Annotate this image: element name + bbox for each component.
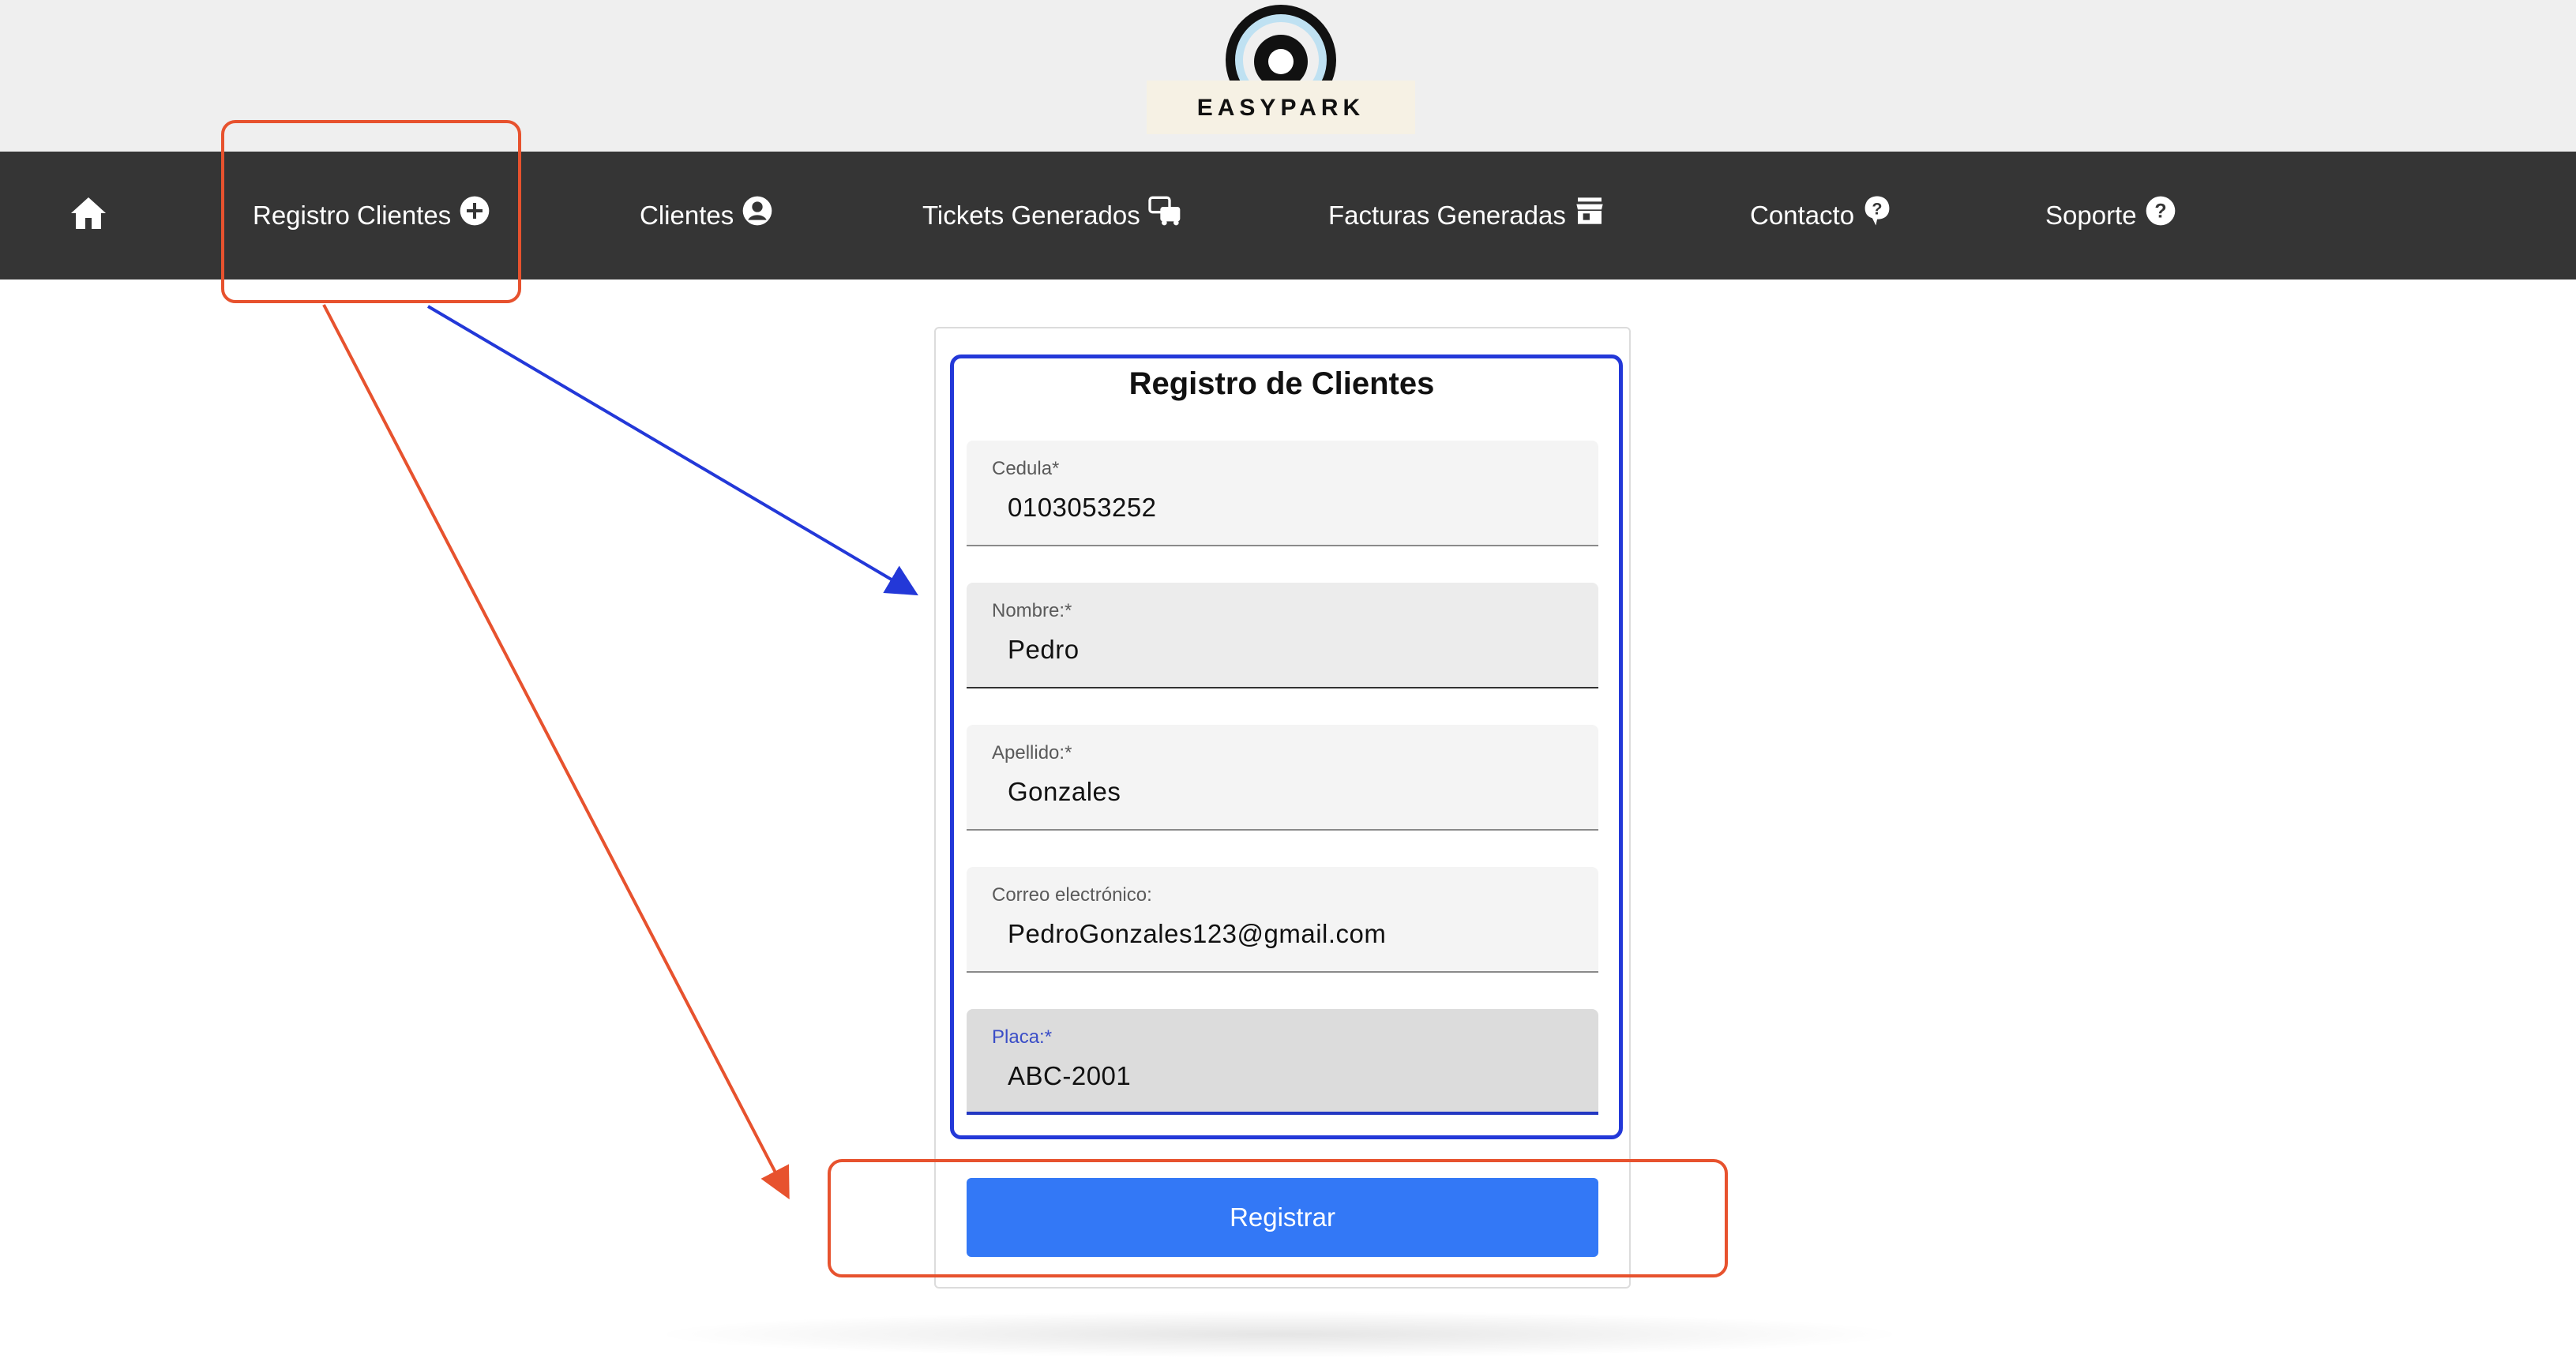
svg-text:?: ? bbox=[1872, 200, 1883, 219]
annotation-box-nav bbox=[221, 120, 521, 303]
home-icon[interactable] bbox=[69, 196, 107, 231]
annotation-arrow-red bbox=[322, 304, 790, 1200]
nav-soporte[interactable]: Soporte ? bbox=[2045, 152, 2176, 279]
help-circle-icon: ? bbox=[2145, 196, 2176, 227]
nav-clientes[interactable]: Clientes bbox=[640, 152, 773, 279]
account-circle-icon bbox=[742, 196, 773, 227]
annotation-box-form bbox=[950, 355, 1623, 1139]
nav-facturas-generadas-label: Facturas Generadas bbox=[1328, 201, 1566, 230]
cars-icon bbox=[1148, 196, 1183, 227]
nav-tickets-generados-label: Tickets Generados bbox=[922, 201, 1140, 230]
svg-text:?: ? bbox=[2154, 200, 2166, 222]
annotation-arrow-blue bbox=[426, 305, 918, 596]
brand-name: EASYPARK bbox=[1196, 95, 1365, 121]
store-icon bbox=[1574, 197, 1605, 227]
bottom-shadow bbox=[648, 1311, 1911, 1358]
nav-facturas-generadas[interactable]: Facturas Generadas bbox=[1328, 152, 1605, 279]
nav-tickets-generados[interactable]: Tickets Generados bbox=[922, 152, 1183, 279]
nav-contacto[interactable]: Contacto ? bbox=[1750, 152, 1892, 279]
annotation-box-button bbox=[828, 1159, 1728, 1277]
nav-contacto-label: Contacto bbox=[1750, 201, 1855, 230]
easypark-logo[interactable]: EASYPARK bbox=[1147, 5, 1415, 134]
nav-clientes-label: Clientes bbox=[640, 201, 734, 230]
nav-soporte-label: Soporte bbox=[2045, 201, 2137, 230]
help-bubble-icon: ? bbox=[1862, 196, 1892, 227]
